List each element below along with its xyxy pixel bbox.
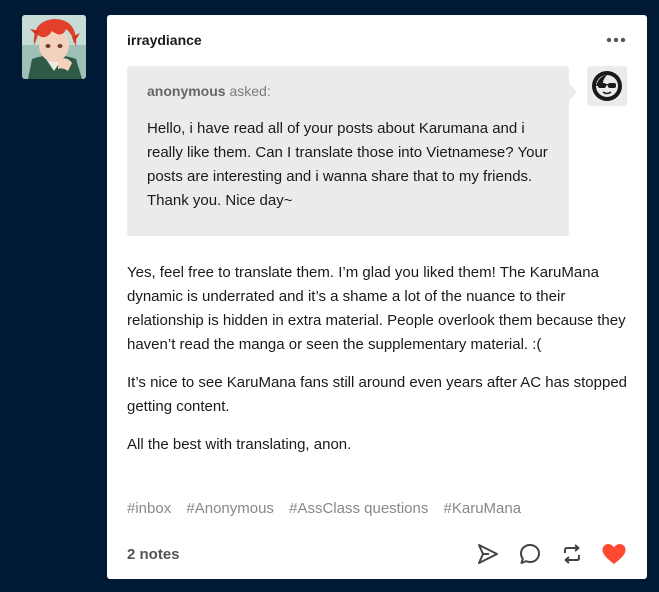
anonymous-glasses-icon	[592, 71, 622, 101]
answer-paragraph: Yes, feel free to translate them. I’m gl…	[127, 264, 626, 353]
share-button[interactable]	[475, 541, 501, 567]
asker-line: anonymous asked:	[147, 83, 549, 99]
heart-icon	[602, 544, 626, 564]
answer-paragraph: It’s nice to see KaruMana fans still aro…	[127, 374, 628, 415]
notes-count[interactable]: 2 notes	[127, 546, 180, 563]
more-options-button[interactable]	[605, 29, 627, 51]
tag-inbox[interactable]: #inbox	[127, 500, 171, 517]
share-send-icon	[478, 544, 498, 564]
reblog-icon	[564, 544, 580, 564]
ask-box: anonymous asked: Hello, i have read all …	[127, 66, 577, 236]
reply-bubble-icon	[520, 544, 540, 564]
asker-suffix: asked:	[229, 83, 271, 99]
anonymous-avatar	[587, 66, 627, 106]
more-horizontal-icon	[606, 37, 626, 43]
tag-karumana[interactable]: #KaruMana	[444, 500, 522, 517]
tag-list: #inbox #Anonymous #AssClass questions #K…	[127, 500, 532, 517]
question-text: Hello, i have read all of your posts abo…	[147, 120, 548, 209]
answer-paragraph: All the best with translating, anon.	[127, 436, 352, 453]
tag-assclass-questions[interactable]: #AssClass questions	[289, 500, 428, 517]
blog-name[interactable]: irraydiance	[127, 32, 202, 48]
reply-button[interactable]	[517, 541, 543, 567]
tag-anonymous[interactable]: #Anonymous	[186, 500, 274, 517]
like-button[interactable]	[601, 541, 627, 567]
asker-name: anonymous	[147, 83, 226, 99]
blog-avatar[interactable]	[22, 15, 86, 79]
answer-body: Yes, feel free to translate them. I’m gl…	[127, 261, 632, 471]
post-actions	[459, 541, 627, 567]
reblog-button[interactable]	[559, 541, 585, 567]
post-card: irraydiance anonymous asked: Hello, i ha…	[107, 15, 647, 579]
